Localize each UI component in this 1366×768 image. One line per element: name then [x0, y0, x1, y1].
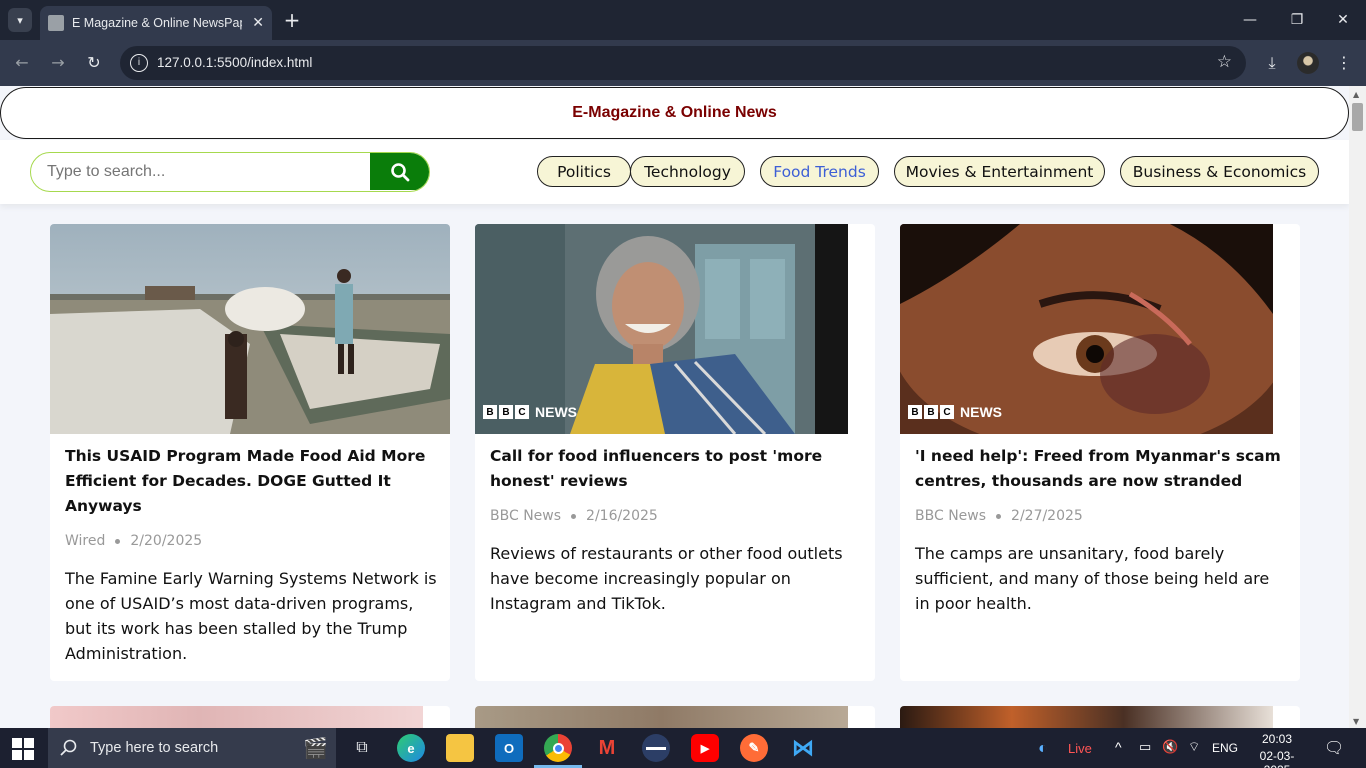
article-card[interactable] [475, 706, 875, 728]
task-view-icon[interactable]: ⧉ [348, 734, 376, 762]
scroll-thumb[interactable] [1352, 103, 1363, 131]
article-source: Wired [65, 533, 106, 549]
article-card[interactable] [50, 706, 450, 728]
article-image[interactable] [50, 706, 423, 728]
article-card[interactable]: BBC NEWS 'I need help': Freed from Myanm… [900, 224, 1300, 681]
battery-icon[interactable]: ▭ [1139, 739, 1151, 755]
bbc-news-watermark: BBC NEWS [908, 404, 1002, 420]
article-card[interactable]: BBC NEWS Call for food influencers to po… [475, 224, 875, 681]
article-image[interactable] [50, 224, 450, 434]
watermark-text: NEWS [960, 404, 1002, 420]
browser-tab-bar: ▾ E Magazine & Online NewsPaper ✕ + — ❐ … [0, 0, 1366, 40]
category-nav: Politics Technology Food Trends Movies &… [0, 156, 1349, 188]
article-source: BBC News [915, 508, 987, 524]
article-card[interactable] [900, 706, 1300, 728]
article-title[interactable]: 'I need help': Freed from Myanmar's scam… [915, 444, 1287, 494]
clock-date[interactable]: 02-03-2025 [1247, 749, 1307, 768]
article-date: 2/16/2025 [586, 508, 658, 524]
menu-kebab-icon[interactable]: ⋮ [1332, 51, 1356, 75]
category-technology[interactable]: Technology [630, 156, 745, 187]
tab-close-icon[interactable]: ✕ [252, 15, 264, 31]
gmail-icon[interactable]: M [593, 734, 621, 762]
tray-chevron-up-icon[interactable]: ^ [1115, 739, 1122, 755]
category-politics[interactable]: Politics [537, 156, 631, 187]
browser-tab[interactable]: E Magazine & Online NewsPaper ✕ [40, 6, 272, 40]
postman-icon[interactable]: ✎ [740, 734, 768, 762]
site-title: E-Magazine & Online News [572, 104, 777, 121]
meta-dot [996, 513, 1002, 519]
category-food-trends[interactable]: Food Trends [760, 156, 879, 187]
meta-dot [115, 538, 121, 544]
restore-icon[interactable]: ❐ [1285, 8, 1309, 32]
search-icon [60, 739, 77, 756]
weather-label[interactable]: Live [1068, 741, 1092, 756]
outlook-icon[interactable]: O [495, 734, 523, 762]
category-business-economics[interactable]: Business & Economics [1120, 156, 1319, 187]
watermark-text: NEWS [535, 404, 577, 420]
bbc-news-watermark: BBC NEWS [483, 404, 577, 420]
article-image[interactable] [900, 706, 1273, 728]
article-description: The Famine Early Warning Systems Network… [65, 569, 437, 663]
weather-icon[interactable]: ◐ [1038, 740, 1048, 758]
scroll-up-icon[interactable]: ▲ [1353, 90, 1359, 99]
forward-arrow-icon[interactable]: → [46, 51, 70, 75]
vscode-icon[interactable]: ⋈ [789, 734, 817, 762]
site-header: E-Magazine & Online News [0, 87, 1349, 139]
new-tab-icon[interactable]: + [283, 8, 301, 32]
reload-icon[interactable]: ↻ [82, 51, 106, 75]
favicon-icon [48, 15, 64, 31]
language-indicator[interactable]: ENG [1212, 741, 1238, 755]
article-date: 2/27/2025 [1011, 508, 1083, 524]
meta-dot [571, 513, 577, 519]
nav-row: Politics Technology Food Trends Movies &… [0, 140, 1349, 204]
bookmark-star-icon[interactable]: ☆ [1217, 52, 1232, 72]
article-title[interactable]: Call for food influencers to post 'more … [490, 444, 862, 494]
site-info-icon[interactable]: i [130, 54, 148, 72]
article-meta: Wired 2/20/2025 [65, 533, 202, 549]
window-close-icon[interactable]: ✕ [1331, 8, 1355, 32]
article-source: BBC News [490, 508, 562, 524]
article-date: 2/20/2025 [130, 533, 203, 549]
address-bar[interactable]: i 127.0.0.1:5500/index.html ☆ [120, 46, 1246, 80]
clock-time[interactable]: 20:03 [1249, 732, 1305, 746]
taskbar-search[interactable]: Type here to search 🎬 [48, 728, 336, 768]
article-meta: BBC News 2/27/2025 [915, 508, 1083, 524]
article-image[interactable]: BBC NEWS [900, 224, 1273, 434]
chrome-icon[interactable] [544, 734, 572, 762]
article-description: Reviews of restaurants or other food out… [490, 544, 843, 613]
eclipse-icon[interactable] [642, 734, 670, 762]
edge-icon[interactable]: e [397, 734, 425, 762]
page-viewport: E-Magazine & Online News Politics Techno… [0, 86, 1349, 728]
address-url[interactable]: 127.0.0.1:5500/index.html [157, 55, 312, 70]
file-explorer-icon[interactable] [446, 734, 474, 762]
clapperboard-icon: 🎬 [303, 736, 328, 760]
network-icon[interactable]: ⌔ [1188, 739, 1200, 755]
browser-toolbar: ← → ↻ i 127.0.0.1:5500/index.html ☆ ⤓ ⋮ [0, 40, 1366, 86]
article-image[interactable]: BBC NEWS [475, 224, 848, 434]
article-image[interactable] [475, 706, 848, 728]
taskbar-search-placeholder: Type here to search [90, 740, 219, 756]
volume-muted-icon[interactable]: 🔇 [1162, 739, 1178, 755]
profile-avatar[interactable] [1297, 52, 1319, 74]
windows-start-icon[interactable] [12, 738, 34, 760]
tab-title: E Magazine & Online NewsPaper [72, 16, 242, 30]
tab-search-chevron-icon[interactable]: ▾ [8, 8, 32, 32]
scroll-down-icon[interactable]: ▼ [1353, 717, 1359, 726]
notifications-icon[interactable]: 🗨 [1324, 738, 1344, 758]
article-meta: BBC News 2/16/2025 [490, 508, 658, 524]
back-arrow-icon[interactable]: ← [10, 51, 34, 75]
taskbar: Type here to search 🎬 ⧉ e O M ▶ ✎ ⋈ ◐ Li… [0, 728, 1366, 768]
youtube-icon[interactable]: ▶ [691, 734, 719, 762]
download-icon[interactable]: ⤓ [1260, 51, 1284, 75]
page-scrollbar[interactable]: ▲ ▼ [1349, 86, 1366, 728]
article-card[interactable]: This USAID Program Made Food Aid More Ef… [50, 224, 450, 681]
category-movies-entertainment[interactable]: Movies & Entertainment [894, 156, 1105, 187]
minimize-icon[interactable]: — [1238, 8, 1262, 32]
article-title[interactable]: This USAID Program Made Food Aid More Ef… [65, 444, 437, 519]
article-description: The camps are unsanitary, food barely su… [915, 544, 1270, 613]
